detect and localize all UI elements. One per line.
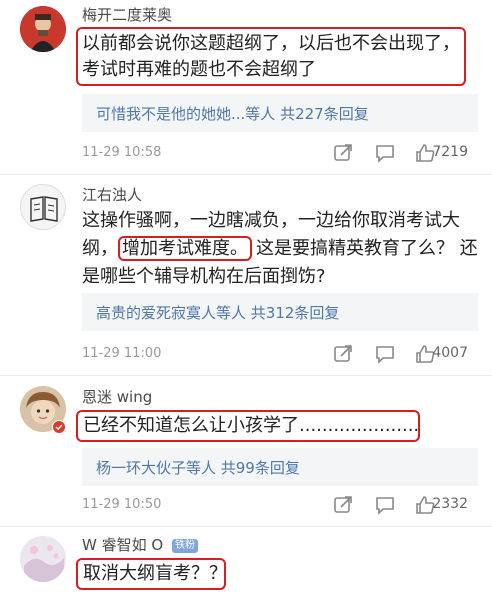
username-text[interactable]: W 睿智如 O (82, 536, 163, 554)
highlighted-phrase: 增加考试难度。 (118, 236, 252, 261)
share-icon[interactable] (332, 343, 354, 365)
comment-line: 是哪些个辅导机构在后面捯饬? (82, 266, 326, 287)
replies-link[interactable]: 高贵的爱死寂寞人等人 共312条回复 (82, 293, 478, 331)
like-count: 7219 (432, 144, 468, 160)
divider (0, 174, 492, 175)
username[interactable]: 恩迷 wing (82, 386, 152, 407)
username[interactable]: 梅开二度莱奥 (82, 4, 172, 25)
comment-meta: 11-29 10:50 2332 (82, 494, 482, 516)
comment-line: 这操作骚啊，一边瞎减负，一边给你取消考试大 (82, 210, 460, 231)
replies-link[interactable]: 杨一环大伙子等人 共99条回复 (82, 448, 478, 486)
like-count: 2332 (432, 496, 468, 512)
reply-icon[interactable] (374, 142, 396, 164)
verified-badge-icon (52, 420, 66, 434)
comment-line: 考试时再难的题也不会超纲了 (82, 59, 316, 80)
avatar-image (20, 6, 66, 52)
fan-badge: 铁粉 (171, 539, 198, 553)
comment-line: 纲， 增加考试难度。 这是要搞精英教育了么？ 还 (82, 236, 482, 264)
comment-segment: 纲， (82, 238, 118, 259)
avatar[interactable] (20, 184, 66, 230)
comment-text-highlighted: 取消大纲盲考？？ (76, 558, 227, 590)
comment-time: 11-29 10:58 (82, 145, 162, 160)
avatar-image (20, 536, 66, 582)
reply-icon[interactable] (374, 494, 396, 516)
share-icon[interactable] (332, 142, 354, 164)
comment-meta: 11-29 10:58 7219 (82, 142, 482, 164)
comment-time: 11-29 10:50 (82, 497, 162, 512)
username[interactable]: 江右浊人 (82, 184, 142, 205)
avatar[interactable] (20, 6, 66, 52)
divider (0, 375, 492, 376)
comment-line: 以前都会说你这题超纲了，以后也不会出现了， (82, 33, 460, 54)
avatar-image (21, 185, 65, 229)
comment-segment: 这是要搞精英教育了么？ 还 (256, 238, 478, 259)
comment-meta: 11-29 11:00 4007 (82, 343, 482, 365)
username: W 睿智如 O 铁粉 (82, 534, 198, 555)
comment-text: 这操作骚啊，一边瞎减负，一边给你取消考试大 纲， 增加考试难度。 这是要搞精英教育了… (82, 208, 482, 290)
replies-link[interactable]: 可惜我不是他的她她...等人 共227条回复 (82, 94, 478, 132)
share-icon[interactable] (332, 494, 354, 516)
comment-text-highlighted: 已经不知道怎么让小孩学了........................ (76, 410, 420, 442)
comment-time: 11-29 11:00 (82, 346, 162, 361)
like-count: 4007 (432, 345, 468, 361)
reply-icon[interactable] (374, 343, 396, 365)
avatar[interactable] (20, 536, 66, 582)
comment-text-highlighted: 以前都会说你这题超纲了，以后也不会出现了， 考试时再难的题也不会超纲了 (76, 27, 466, 86)
divider (0, 526, 492, 527)
